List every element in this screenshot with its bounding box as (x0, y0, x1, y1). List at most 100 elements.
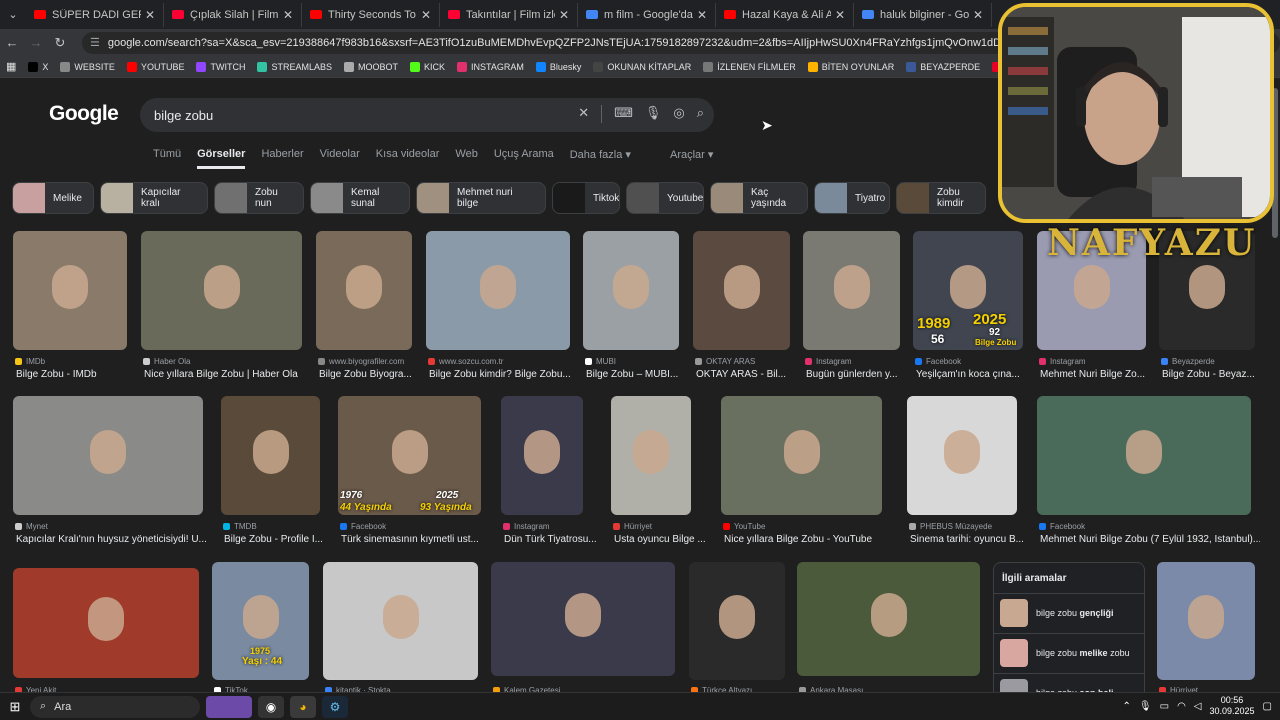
result-caption[interactable]: Mehmet Nuri Bilge Zo... (1040, 369, 1145, 380)
result-caption[interactable]: Kapıcılar Kralı'nın huysuz yöneticisiydi… (16, 534, 207, 545)
keyboard-icon[interactable]: ⌨ (614, 105, 633, 123)
bookmark-item[interactable]: MOOBOT (343, 61, 398, 72)
result-image[interactable] (907, 396, 1017, 515)
tab-close-icon[interactable]: ✕ (421, 8, 431, 22)
filter-chip[interactable]: Youtube (626, 182, 704, 214)
bookmark-item[interactable]: İZLENEN FİLMLER (703, 61, 796, 72)
result-image[interactable] (693, 231, 790, 350)
filter-chip[interactable]: Kapıcılar kralı (100, 182, 208, 214)
result-caption[interactable]: Bilge Zobu - IMDb (16, 369, 97, 380)
filter-chip[interactable]: Kaç yaşında (710, 182, 808, 214)
reload-icon[interactable]: ↻ (48, 35, 72, 51)
result-image[interactable] (13, 396, 203, 515)
apps-grid-icon[interactable]: ▦ (6, 60, 16, 73)
result-caption[interactable]: Bilge Zobu kimdir? Bilge Zobu... (429, 369, 571, 380)
widget-icon[interactable] (206, 695, 252, 718)
result-caption[interactable]: Türk sinemasının kıymetli ust... (341, 534, 479, 545)
result-image[interactable] (689, 562, 785, 680)
bookmark-item[interactable]: OKUNAN KİTAPLAR (593, 61, 691, 72)
bookmark-item[interactable]: BEYAZPERDE (906, 61, 980, 72)
filter-chip[interactable]: Kemal sunal (310, 182, 410, 214)
network-icon[interactable]: ▭ (1160, 701, 1169, 712)
result-caption[interactable]: Bilge Zobu Biyogra... (319, 369, 412, 380)
result-source[interactable]: www.sozcu.com.tr (428, 357, 503, 366)
lens-icon[interactable]: ◎ (673, 105, 684, 123)
browser-tab[interactable]: Thirty Seconds To Mars - ✕ (302, 2, 440, 27)
result-image[interactable] (491, 562, 675, 676)
obs-icon[interactable]: ◉ (258, 695, 284, 718)
bookmark-item[interactable]: WEBSITE (60, 61, 115, 72)
back-icon[interactable]: ← (0, 35, 24, 50)
search-tab[interactable]: Tümü (153, 148, 181, 169)
result-source[interactable]: Facebook (340, 522, 386, 531)
tab-close-icon[interactable]: ✕ (973, 8, 983, 22)
result-image[interactable]: 1975 Yaşı : 44 (212, 562, 309, 680)
volume-icon[interactable]: ◁ (1194, 701, 1202, 712)
tab-close-icon[interactable]: ✕ (283, 8, 293, 22)
result-source[interactable]: Beyazperde (1161, 357, 1215, 366)
result-source[interactable]: www.biyografiler.com (318, 357, 404, 366)
tab-close-icon[interactable]: ✕ (559, 8, 569, 22)
related-search-item[interactable]: bilge zobu melike zobu (994, 633, 1144, 671)
clear-icon[interactable]: ✕ (578, 105, 589, 123)
result-source[interactable]: Instagram (503, 522, 550, 531)
search-tab[interactable]: Videolar (320, 148, 360, 169)
result-image[interactable] (611, 396, 691, 515)
result-source[interactable]: TMDB (223, 522, 257, 531)
windows-start-icon[interactable]: ⊞ (0, 699, 30, 715)
result-image[interactable] (583, 231, 679, 350)
filter-chip[interactable]: Tiktok (552, 182, 620, 214)
tab-close-icon[interactable]: ✕ (145, 8, 155, 22)
bookmark-item[interactable]: KICK (409, 61, 445, 72)
chrome-icon[interactable]: ◕ (290, 695, 316, 718)
result-image[interactable] (1157, 562, 1255, 680)
browser-tab[interactable]: Hazal Kaya & Ali Atay Bu: ✕ (716, 2, 854, 27)
result-image[interactable] (803, 231, 900, 350)
search-input[interactable]: bilge zobu (154, 108, 213, 123)
result-caption[interactable]: Bilge Zobu - Profile I... (224, 534, 323, 545)
bookmark-item[interactable]: Bluesky (535, 61, 581, 72)
result-caption[interactable]: OKTAY ARAS - Bil... (696, 369, 786, 380)
google-logo[interactable]: Google (49, 102, 119, 126)
result-image[interactable] (316, 231, 412, 350)
browser-tab[interactable]: m film - Google'da Ara ✕ (578, 2, 716, 27)
result-image[interactable] (221, 396, 320, 515)
wifi-icon[interactable]: ◠ (1177, 701, 1186, 712)
result-caption[interactable]: Bugün günlerden y... (806, 369, 898, 380)
result-image[interactable] (501, 396, 583, 515)
taskbar-search[interactable]: ⌕ Ara (30, 695, 200, 718)
bookmark-item[interactable]: STREAMLABS (257, 61, 332, 72)
tab-close-icon[interactable]: ✕ (697, 8, 707, 22)
result-image[interactable] (426, 231, 570, 350)
result-source[interactable]: Hürriyet (613, 522, 652, 531)
result-source[interactable]: Haber Ola (143, 357, 190, 366)
steam-icon[interactable]: ⚙ (322, 695, 348, 718)
result-image[interactable]: 1989 56 2025 92 Bilge Zobu (913, 231, 1023, 350)
bookmark-item[interactable]: X (28, 61, 48, 72)
related-search-item[interactable]: bilge zobu gençliği (994, 593, 1144, 631)
filter-chip[interactable]: Zobu nun (214, 182, 304, 214)
result-source[interactable]: Instagram (805, 357, 852, 366)
result-source[interactable]: OKTAY ARAS (695, 357, 755, 366)
microphone-icon[interactable]: 🎙 (1139, 701, 1152, 712)
browser-tab[interactable]: Çıplak Silah | Film izle | HD ✕ (164, 2, 302, 27)
bookmark-item[interactable]: TWITCH (196, 61, 245, 72)
result-image[interactable] (141, 231, 302, 350)
result-image[interactable] (13, 231, 127, 350)
filter-chip[interactable]: Melike (12, 182, 94, 214)
result-image[interactable]: 1976 44 Yaşında 2025 93 Yaşında (338, 396, 481, 515)
clock[interactable]: 00:56 30.09.2025 (1210, 695, 1255, 717)
forward-icon[interactable]: → (24, 35, 48, 50)
result-caption[interactable]: Usta oyuncu Bilge ... (614, 534, 706, 545)
bookmark-item[interactable]: BİTEN OYUNLAR (807, 61, 894, 72)
search-tab[interactable]: Kısa videolar (376, 148, 440, 169)
notifications-icon[interactable]: ▢ (1263, 701, 1272, 712)
result-image[interactable] (1037, 396, 1251, 515)
chevron-up-icon[interactable]: ⌃ (1123, 701, 1131, 712)
search-tab[interactable]: Uçuş Arama (494, 148, 554, 169)
bookmark-item[interactable]: YOUTUBE (126, 61, 184, 72)
result-image[interactable] (13, 568, 199, 678)
search-tab[interactable]: Görseller (197, 148, 246, 169)
browser-tab[interactable]: Takıntılar | Film izle | HD F ✕ (440, 2, 578, 27)
filter-chip[interactable]: Tiyatro (814, 182, 890, 214)
